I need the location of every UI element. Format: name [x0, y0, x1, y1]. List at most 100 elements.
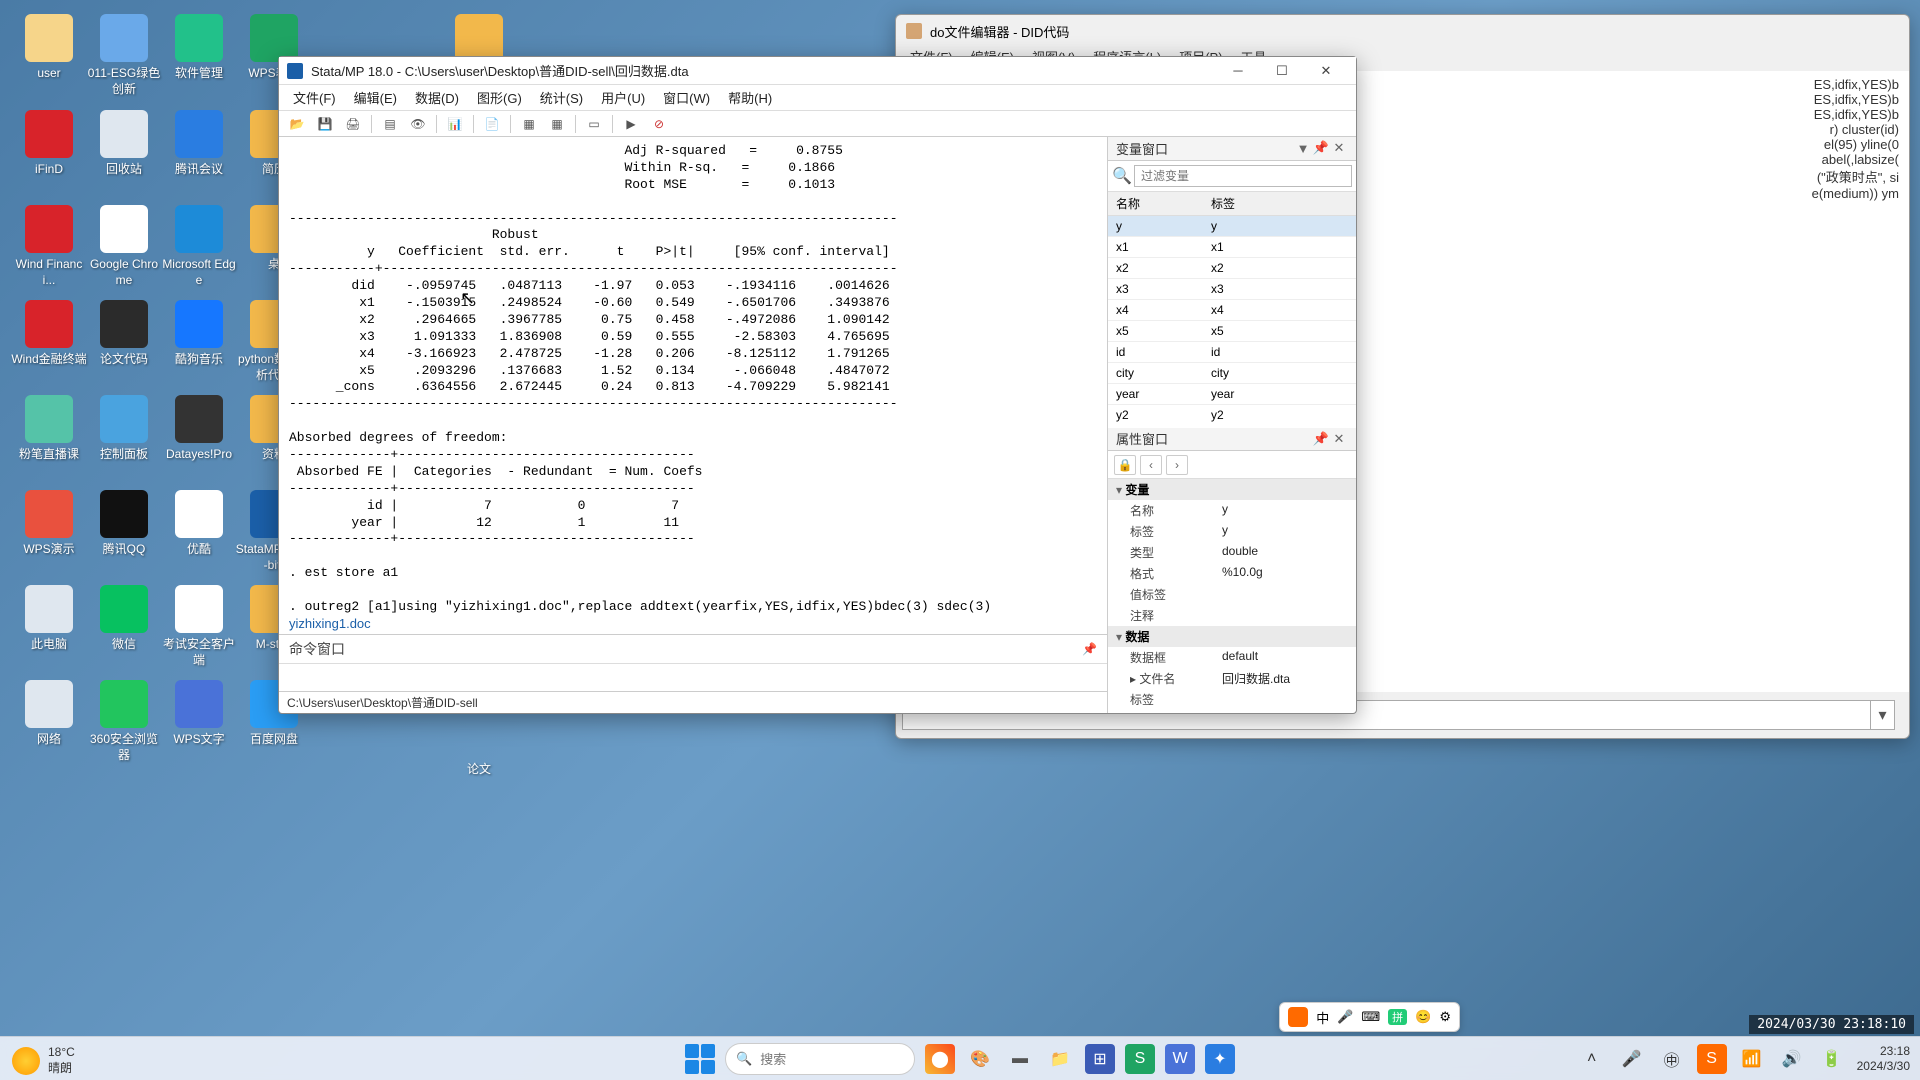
desktop-icon[interactable]: WPS演示 — [10, 490, 88, 558]
variable-row[interactable]: citycity — [1108, 363, 1356, 384]
variables-icon[interactable]: ▭ — [584, 114, 604, 134]
desktop-icon[interactable]: 011-ESG绿色创新 — [85, 14, 163, 97]
desktop-icon[interactable]: Datayes!Pro — [160, 395, 238, 463]
variable-row[interactable]: x1x1 — [1108, 237, 1356, 258]
desktop-icon[interactable]: 控制面板 — [85, 395, 163, 463]
desktop-icon[interactable]: 论文 — [440, 710, 518, 778]
chevron-down-icon[interactable]: ▾ — [1870, 701, 1894, 729]
desktop-icon[interactable]: iFinD — [10, 110, 88, 178]
pin-icon[interactable]: 📌 — [1312, 431, 1330, 447]
file-explorer-icon[interactable]: 📁 — [1045, 1044, 1075, 1074]
variable-row[interactable]: yearyear — [1108, 384, 1356, 405]
break-icon[interactable]: ⊘ — [649, 114, 669, 134]
settings-icon[interactable]: ⚙ — [1439, 1009, 1451, 1025]
minimize-button[interactable]: ─ — [1216, 57, 1260, 84]
menu-item[interactable]: 文件(F) — [293, 88, 336, 107]
menu-item[interactable]: 统计(S) — [540, 88, 583, 107]
desktop-icon[interactable]: WPS文字 — [160, 680, 238, 748]
menu-item[interactable]: 窗口(W) — [663, 88, 710, 107]
variable-row[interactable]: x5x5 — [1108, 321, 1356, 342]
print-icon[interactable]: 🖨 — [343, 114, 363, 134]
volume-icon[interactable]: 🔊 — [1777, 1044, 1807, 1074]
pin-icon[interactable]: 📌 — [1312, 140, 1330, 156]
desktop-icon[interactable]: 优酷 — [160, 490, 238, 558]
variable-row[interactable]: y2y2 — [1108, 405, 1356, 424]
close-icon[interactable]: ✕ — [1330, 431, 1348, 447]
property-row[interactable]: 注释 — [1108, 605, 1356, 626]
weather-widget[interactable]: 18°C 晴朗 — [12, 1045, 75, 1076]
battery-icon[interactable]: 🔋 — [1817, 1044, 1847, 1074]
ime-indicator[interactable]: 中 🎤 ⌨ 拼 😊 ⚙ — [1279, 1002, 1460, 1032]
output-link[interactable]: yizhixing1.doc — [289, 616, 371, 631]
lock-icon[interactable]: 🔒 — [1114, 455, 1136, 475]
command-input[interactable] — [279, 663, 1107, 691]
menu-item[interactable]: 编辑(E) — [354, 88, 397, 107]
wifi-icon[interactable]: 📶 — [1737, 1044, 1767, 1074]
property-row[interactable]: 数据框default — [1108, 647, 1356, 668]
menu-item[interactable]: 帮助(H) — [728, 88, 772, 107]
clock[interactable]: 23:18 2024/3/30 — [1857, 1044, 1910, 1073]
taskbar-app[interactable]: ⬤ — [925, 1044, 955, 1074]
start-button[interactable] — [685, 1044, 715, 1074]
tray-sogou-icon[interactable]: S — [1697, 1044, 1727, 1074]
wps-spreadsheet-icon[interactable]: S — [1125, 1044, 1155, 1074]
dofile-icon[interactable]: 📄 — [482, 114, 502, 134]
wps-writer-icon[interactable]: W — [1165, 1044, 1195, 1074]
viewer-icon[interactable]: 👁 — [408, 114, 428, 134]
tray-ime-icon[interactable]: ㊥ — [1657, 1044, 1687, 1074]
property-row[interactable]: 标签 — [1108, 689, 1356, 710]
var-header-label[interactable]: 标签 — [1203, 192, 1243, 215]
desktop-icon[interactable]: 此电脑 — [10, 585, 88, 653]
desktop-icon[interactable]: Microsoft Edge — [160, 205, 238, 288]
variable-row[interactable]: x4x4 — [1108, 300, 1356, 321]
desktop-icon[interactable]: 回收站 — [85, 110, 163, 178]
property-group[interactable]: 变量 — [1108, 479, 1356, 500]
menu-item[interactable]: 图形(G) — [477, 88, 522, 107]
property-row[interactable]: 名称y — [1108, 500, 1356, 521]
desktop-icon[interactable]: 粉笔直播课 — [10, 395, 88, 463]
desktop-icon[interactable]: 腾讯会议 — [160, 110, 238, 178]
next-icon[interactable]: › — [1166, 455, 1188, 475]
variable-row[interactable]: yy — [1108, 216, 1356, 237]
desktop-icon[interactable]: 酷狗音乐 — [160, 300, 238, 368]
save-icon[interactable]: 💾 — [315, 114, 335, 134]
desktop-icon[interactable]: 网络 — [10, 680, 88, 748]
pin-icon[interactable]: 📌 — [1082, 642, 1097, 656]
results-output[interactable]: Adj R-squared = 0.8755 Within R-sq. = 0.… — [279, 137, 1107, 634]
property-row[interactable]: 标签y — [1108, 521, 1356, 542]
mic-icon[interactable]: 🎤 — [1337, 1009, 1353, 1025]
open-icon[interactable]: 📂 — [287, 114, 307, 134]
desktop-icon[interactable]: 腾讯QQ — [85, 490, 163, 558]
data-browser-icon[interactable]: ▦ — [547, 114, 567, 134]
property-row[interactable]: 格式%10.0g — [1108, 563, 1356, 584]
close-button[interactable]: ✕ — [1304, 57, 1348, 84]
tray-chevron-icon[interactable]: ˄ — [1577, 1044, 1607, 1074]
property-row[interactable]: 类型double — [1108, 542, 1356, 563]
taskbar-app[interactable]: 🎨 — [965, 1044, 995, 1074]
desktop-icon[interactable]: user — [10, 14, 88, 82]
desktop-icon[interactable]: 软件管理 — [160, 14, 238, 82]
desktop-icon[interactable]: Wind Financi... — [10, 205, 88, 288]
continue-icon[interactable]: ▶ — [621, 114, 641, 134]
keyboard-icon[interactable]: ⌨ — [1361, 1009, 1380, 1025]
emoji-icon[interactable]: 😊 — [1415, 1009, 1431, 1025]
property-row[interactable]: ▸ 文件名回归数据.dta — [1108, 668, 1356, 689]
variable-row[interactable]: idid — [1108, 342, 1356, 363]
var-header-name[interactable]: 名称 — [1108, 192, 1203, 215]
desktop-icon[interactable]: Google Chrome — [85, 205, 163, 288]
property-row[interactable]: 值标签 — [1108, 584, 1356, 605]
data-editor-icon[interactable]: ▦ — [519, 114, 539, 134]
desktop-icon[interactable]: Wind金融终端 — [10, 300, 88, 368]
close-icon[interactable]: ✕ — [1330, 140, 1348, 156]
property-group[interactable]: 数据 — [1108, 626, 1356, 647]
desktop-icon[interactable]: 考试安全客户端 — [160, 585, 238, 668]
tray-mic-icon[interactable]: 🎤 — [1617, 1044, 1647, 1074]
variable-row[interactable]: x3x3 — [1108, 279, 1356, 300]
variable-row[interactable]: x2x2 — [1108, 258, 1356, 279]
menu-item[interactable]: 数据(D) — [415, 88, 459, 107]
desktop-icon[interactable]: 微信 — [85, 585, 163, 653]
desktop-icon[interactable]: 论文代码 — [85, 300, 163, 368]
maximize-button[interactable]: ☐ — [1260, 57, 1304, 84]
log-icon[interactable]: ▤ — [380, 114, 400, 134]
graph-icon[interactable]: 📊 — [445, 114, 465, 134]
